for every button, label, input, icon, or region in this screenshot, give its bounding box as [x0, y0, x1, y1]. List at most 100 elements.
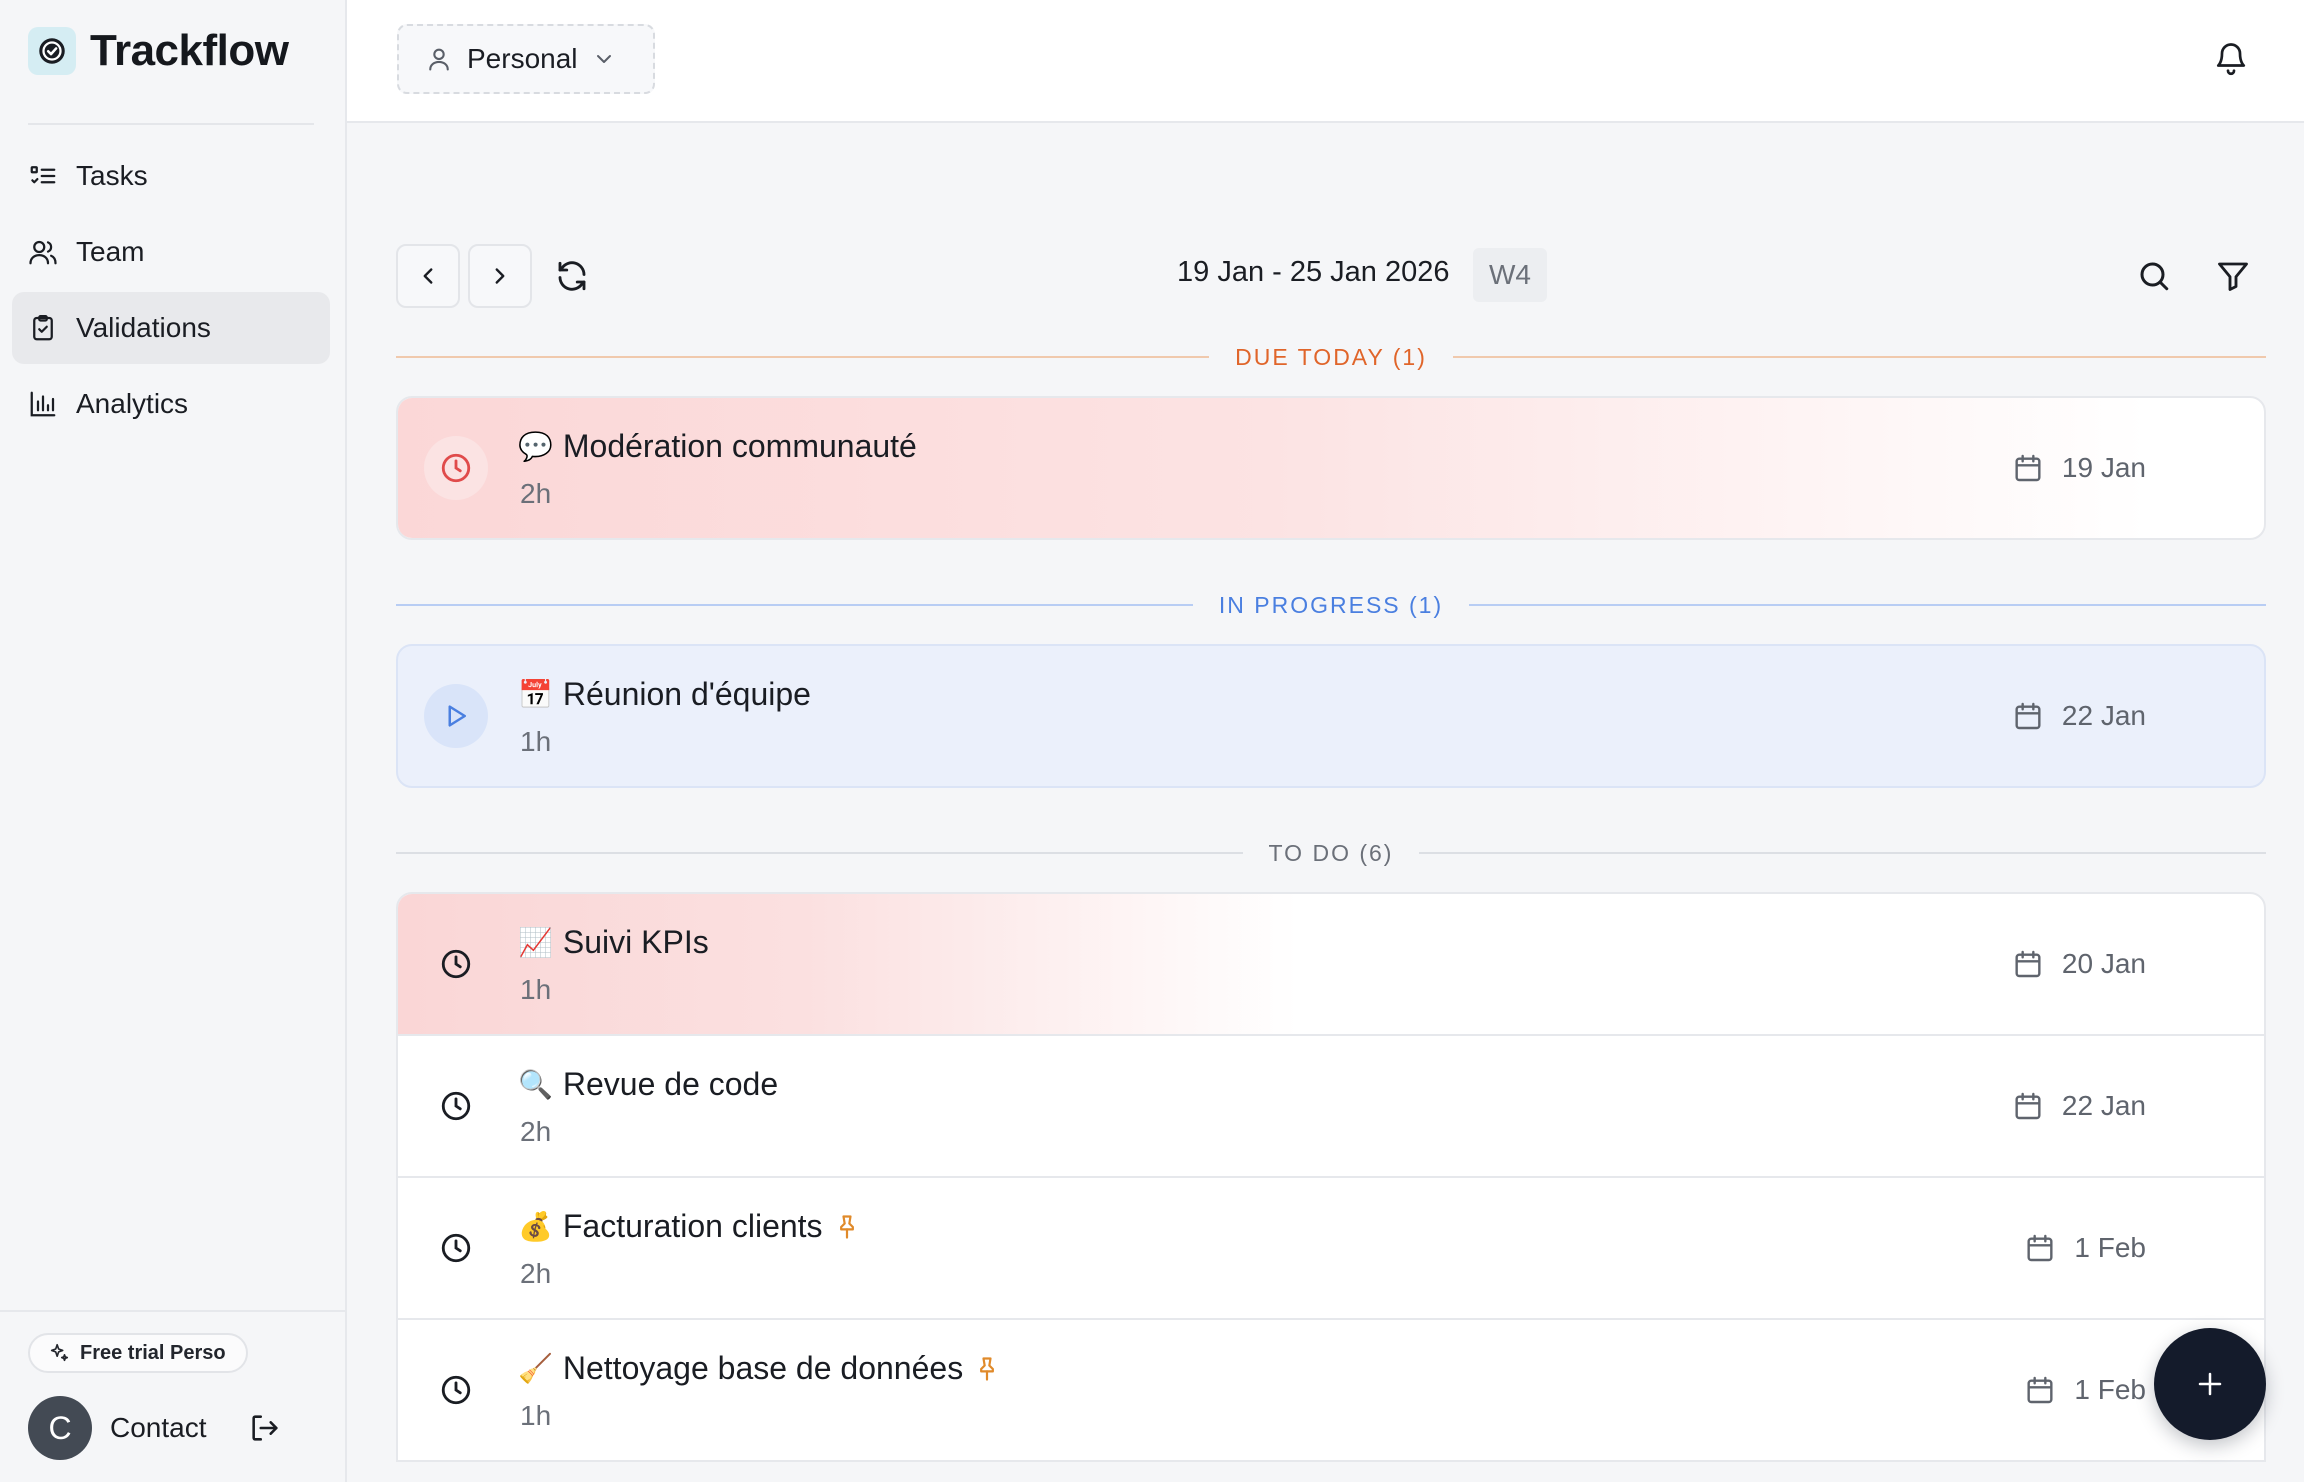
clock-icon	[441, 1091, 471, 1121]
task-title: Modération communauté	[562, 428, 917, 464]
task-due-date: 22 Jan	[2012, 1090, 2146, 1122]
divider	[1452, 356, 2267, 358]
task-card[interactable]: 📈 Suivi KPIs 1h 20 Jan	[396, 892, 2266, 1036]
task-due-date: 22 Jan	[2012, 700, 2146, 732]
task-duration: 1h	[520, 726, 552, 757]
broom-icon: 🧹	[518, 1352, 553, 1385]
magnifier-icon: 🔍	[518, 1068, 553, 1101]
logout-icon[interactable]	[248, 1411, 282, 1445]
money-bag-icon: 💰	[518, 1210, 553, 1243]
app-name: Trackflow	[90, 26, 289, 75]
clock-icon	[441, 1233, 471, 1263]
task-title: Nettoyage base de données	[562, 1350, 964, 1386]
task-card[interactable]: 🧹 Nettoyage base de données 1h 1 Feb	[396, 1318, 2266, 1462]
task-due-date: 19 Jan	[2012, 452, 2146, 484]
status-indicator[interactable]	[424, 932, 488, 996]
sidebar: Trackflow Tasks Team Validations Analyti…	[0, 0, 347, 1482]
section-header-in-progress: IN PROGRESS (1)	[396, 590, 2267, 620]
free-trial-badge[interactable]: Free trial Perso	[28, 1333, 248, 1373]
sidebar-item-analytics[interactable]: Analytics	[12, 368, 330, 440]
trackflow-logo-icon	[28, 27, 76, 75]
task-card[interactable]: 📅 Réunion d'équipe 1h 22 Jan	[396, 644, 2266, 788]
task-duration: 2h	[520, 478, 552, 509]
next-week-button[interactable]	[468, 244, 532, 308]
clipboard-check-icon	[33, 315, 53, 341]
date-label: 1 Feb	[2074, 1232, 2146, 1263]
task-due-date: 20 Jan	[2012, 948, 2146, 980]
add-task-button[interactable]	[2154, 1328, 2266, 1440]
avatar[interactable]: C	[28, 1396, 92, 1460]
bar-chart-icon	[30, 391, 56, 417]
divider	[28, 123, 314, 125]
section-header-due-today: DUE TODAY (1)	[396, 342, 2267, 372]
speech-bubble-icon: 💬	[518, 430, 553, 463]
task-duration: 2h	[520, 1116, 552, 1147]
user-profile: C Contact	[28, 1396, 282, 1460]
brand[interactable]: Trackflow	[28, 26, 289, 76]
status-indicator[interactable]	[424, 684, 488, 748]
user-name[interactable]: Contact	[110, 1412, 248, 1444]
section-header-to-do: TO DO (6)	[396, 838, 2267, 868]
sidebar-item-validations[interactable]: Validations	[12, 292, 330, 364]
task-card[interactable]: 🔍 Revue de code 2h 22 Jan	[396, 1034, 2266, 1178]
divider	[1419, 852, 2267, 854]
calendar-icon	[2027, 1234, 2053, 1262]
pin-icon[interactable]	[973, 1355, 1001, 1383]
clock-icon	[441, 949, 471, 979]
task-card[interactable]: 💰 Facturation clients 2h 1 Feb	[396, 1176, 2266, 1320]
status-indicator[interactable]	[424, 1074, 488, 1138]
status-indicator[interactable]	[424, 1216, 488, 1280]
week-range: 19 Jan - 25 Jan 2026	[1177, 256, 1450, 288]
task-title: Suivi KPIs	[562, 924, 709, 960]
week-number-badge: W4	[1473, 248, 1547, 302]
plus-icon	[2198, 1372, 2222, 1396]
clock-icon	[441, 453, 471, 483]
sidebar-nav: Tasks Team Validations Analytics	[12, 140, 330, 444]
task-duration: 2h	[520, 1258, 552, 1289]
calendar-icon	[2027, 1376, 2053, 1404]
workspace-selector[interactable]: Personal	[397, 24, 655, 94]
workspace-label: Personal	[467, 43, 578, 74]
pin-icon[interactable]	[833, 1213, 861, 1241]
chevron-left-icon	[423, 268, 433, 284]
sidebar-item-label: Validations	[76, 312, 211, 343]
date-label: 19 Jan	[2061, 452, 2146, 483]
chart-increasing-icon: 📈	[518, 926, 553, 959]
calendar-icon	[2015, 702, 2041, 730]
date-label: 22 Jan	[2061, 1090, 2146, 1121]
top-bar: Personal	[347, 0, 2304, 123]
divider	[1469, 604, 2267, 606]
date-label: 1 Feb	[2074, 1374, 2146, 1405]
task-due-date: 1 Feb	[2024, 1374, 2146, 1406]
task-title-row: 🧹 Nettoyage base de données	[518, 1350, 1001, 1387]
status-indicator[interactable]	[424, 1358, 488, 1422]
chevron-down-icon	[596, 55, 611, 63]
section-label: TO DO (6)	[1268, 839, 1394, 866]
sidebar-item-tasks[interactable]: Tasks	[12, 140, 330, 212]
overdue-highlight	[398, 894, 1298, 1034]
task-title-row: 💬 Modération communauté	[518, 428, 917, 465]
search-icon[interactable]	[2136, 258, 2172, 294]
overdue-highlight	[398, 398, 2148, 538]
chevron-right-icon	[495, 268, 505, 284]
calendar-icon	[2015, 1092, 2041, 1120]
play-icon	[448, 705, 466, 727]
filter-icon[interactable]	[2215, 258, 2251, 294]
sidebar-item-label: Team	[76, 236, 145, 267]
task-card[interactable]: 💬 Modération communauté 2h 19 Jan	[396, 396, 2266, 540]
users-icon	[29, 240, 57, 265]
refresh-icon[interactable]	[554, 258, 590, 294]
task-title: Facturation clients	[562, 1208, 823, 1244]
previous-week-button[interactable]	[396, 244, 460, 308]
sidebar-item-team[interactable]: Team	[12, 216, 330, 288]
status-indicator[interactable]	[424, 436, 488, 500]
user-icon	[429, 48, 449, 71]
notifications-bell-icon[interactable]	[2213, 40, 2249, 76]
task-title-row: 📅 Réunion d'équipe	[518, 676, 811, 713]
divider	[396, 604, 1193, 606]
task-duration: 1h	[520, 974, 552, 1005]
task-title-row: 📈 Suivi KPIs	[518, 924, 709, 961]
task-title-row: 🔍 Revue de code	[518, 1066, 778, 1103]
list-checks-icon	[30, 166, 56, 184]
task-title: Réunion d'équipe	[562, 676, 811, 712]
